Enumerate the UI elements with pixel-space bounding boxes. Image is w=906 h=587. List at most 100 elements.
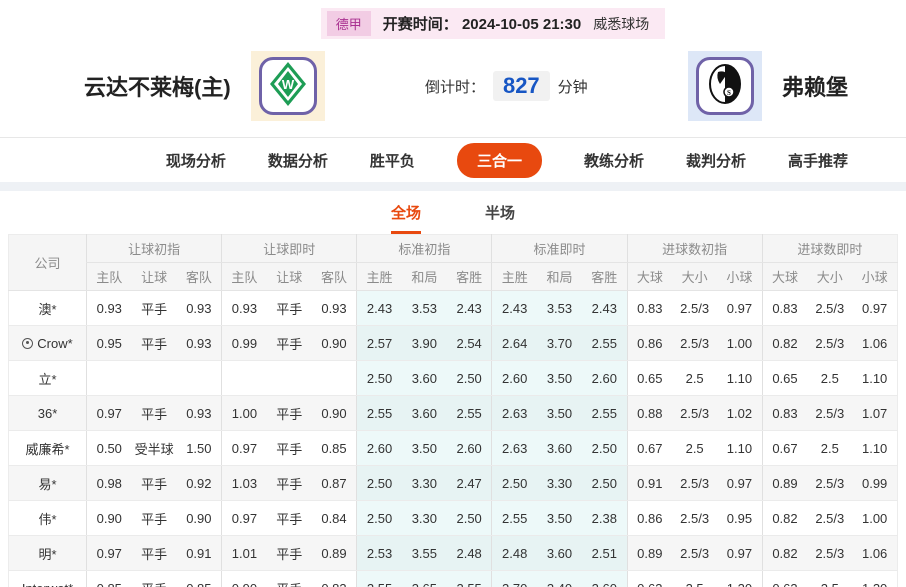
company-cell: 澳* (8, 290, 87, 326)
company-cell: 伟* (8, 500, 87, 536)
odds-cell: 0.67 (626, 430, 673, 466)
odds-cell: 2.57 (356, 325, 402, 361)
odds-cell: 1.20 (852, 570, 898, 587)
section-divider (0, 182, 906, 191)
odds-cell: 0.65 (761, 360, 808, 396)
odds-cell: 平手 (266, 570, 312, 587)
odds-cell: 2.50 (491, 465, 537, 501)
odds-cell: 2.55 (582, 395, 628, 431)
odds-cell: 1.06 (852, 325, 898, 361)
sub-header-3-1: 和局 (536, 262, 583, 291)
odds-cell: 2.54 (446, 325, 492, 361)
odds-cell: 受半球 (131, 430, 177, 466)
kickoff-time: 开赛时间： 2024-10-05 21:30 (383, 13, 581, 34)
odds-cell: 0.97 (717, 290, 763, 326)
sub-header-3-2: 客胜 (582, 262, 628, 291)
odds-cell: 2.5/3 (672, 500, 718, 536)
nav-tab-4[interactable]: 教练分析 (584, 150, 644, 171)
odds-cell: 平手 (266, 535, 312, 571)
odds-cell: 0.93 (176, 290, 222, 326)
countdown-label: 倒计时： (424, 78, 485, 96)
odds-cell: 0.90 (176, 500, 222, 536)
odds-cell: 3.53 (401, 290, 447, 326)
odds-cell: 0.97 (85, 535, 132, 571)
odds-cell: 2.60 (582, 360, 628, 396)
odds-cell: 平手 (266, 290, 312, 326)
odds-cell: 3.30 (536, 465, 583, 501)
odds-cell: 3.60 (401, 360, 447, 396)
odds-cell: 2.43 (491, 290, 537, 326)
odds-row-6: 伟* 0.90 平手 0.90 0.97 平手 0.84 2.50 3.30 2.50 2.55 3.… (8, 500, 898, 536)
odds-cell: 0.90 (311, 325, 357, 361)
odds-cell: 平手 (266, 325, 312, 361)
odds-cell: 0.95 (85, 325, 132, 361)
nav-tab-6[interactable]: 高手推荐 (788, 150, 848, 171)
odds-cell: 1.10 (852, 430, 898, 466)
group-header-5: 进球数即时 (761, 234, 898, 263)
sub-header-3-0: 主胜 (491, 262, 537, 291)
odds-cell: 3.90 (401, 325, 447, 361)
nav-tab-0[interactable]: 现场分析 (166, 150, 226, 171)
away-team: S 弗赖堡 (687, 51, 848, 121)
company-cell: 易* (8, 465, 87, 501)
odds-cell: 0.97 (717, 535, 763, 571)
odds-cell: 平手 (266, 465, 312, 501)
odds-cell: 3.50 (536, 395, 583, 431)
odds-cell: 平手 (266, 500, 312, 536)
odds-row-5: 易* 0.98 平手 0.92 1.03 平手 0.87 2.50 3.30 2.47 2.50 3.… (8, 465, 898, 501)
nav-tab-1[interactable]: 数据分析 (268, 150, 328, 171)
sub-header-4-1: 大小 (672, 262, 718, 291)
sub-header-5-1: 大小 (807, 262, 853, 291)
odds-cell: 平手 (266, 430, 312, 466)
sub-header-0-0: 主队 (85, 262, 132, 291)
odds-cell: 0.86 (626, 500, 673, 536)
odds-row-4: 威廉希* 0.50 受半球 1.50 0.97 平手 0.85 2.60 3.50 2.60 2.6… (8, 430, 898, 466)
odds-cell: 0.85 (311, 430, 357, 466)
odds-cell: 3.50 (536, 500, 583, 536)
nav-tab-3[interactable]: 三合一 (456, 142, 542, 178)
company-cell: 立* (8, 360, 87, 396)
odds-cell: 0.67 (761, 430, 808, 466)
odds-cell (85, 360, 132, 396)
odds-cell: 0.82 (761, 500, 808, 536)
home-team-name: 云达不莱梅(主) (84, 75, 231, 100)
group-header-0: 让球初指 (85, 234, 222, 263)
odds-cell: 2.5 (672, 570, 718, 587)
odds-cell: 3.30 (401, 465, 447, 501)
odds-cell: 平手 (131, 570, 177, 587)
period-tab-1[interactable]: 半场 (485, 202, 515, 234)
odds-cell: 平手 (131, 395, 177, 431)
odds-cell: 2.55 (446, 395, 492, 431)
odds-cell: 2.60 (491, 360, 537, 396)
away-team-name: 弗赖堡 (781, 75, 848, 100)
odds-cell: 3.30 (401, 500, 447, 536)
odds-cell: 3.55 (401, 535, 447, 571)
odds-cell: 2.5/3 (672, 395, 718, 431)
odds-cell: 2.50 (356, 500, 402, 536)
odds-cell: 2.5 (672, 430, 718, 466)
odds-cell: 0.97 (717, 465, 763, 501)
nav-tab-2[interactable]: 胜平负 (370, 150, 415, 171)
odds-cell: 0.97 (85, 395, 132, 431)
odds-cell: 2.5/3 (807, 290, 853, 326)
home-team-logo-box: W (250, 51, 325, 121)
sub-header-1-2: 客队 (311, 262, 357, 291)
odds-cell: 0.65 (626, 360, 673, 396)
sub-header-5-0: 大球 (761, 262, 808, 291)
company-cell: 明* (8, 535, 87, 571)
odds-cell: 0.50 (85, 430, 132, 466)
odds-cell: 2.5 (672, 360, 718, 396)
odds-cell: 2.50 (446, 360, 492, 396)
ball-icon (22, 337, 34, 349)
odds-cell: 0.97 (221, 500, 267, 536)
odds-cell: 2.70 (491, 570, 537, 587)
odds-cell: 2.38 (582, 500, 628, 536)
odds-cell: 0.93 (311, 290, 357, 326)
nav-tab-5[interactable]: 裁判分析 (686, 150, 746, 171)
odds-cell: 3.60 (536, 535, 583, 571)
sub-header-0-2: 客队 (176, 262, 222, 291)
odds-row-7: 明* 0.97 平手 0.91 1.01 平手 0.89 2.53 3.55 2.48 2.48 3.… (8, 535, 898, 571)
odds-cell: 1.00 (717, 325, 763, 361)
odds-cell: 0.83 (626, 290, 673, 326)
period-tab-0[interactable]: 全场 (390, 202, 421, 234)
